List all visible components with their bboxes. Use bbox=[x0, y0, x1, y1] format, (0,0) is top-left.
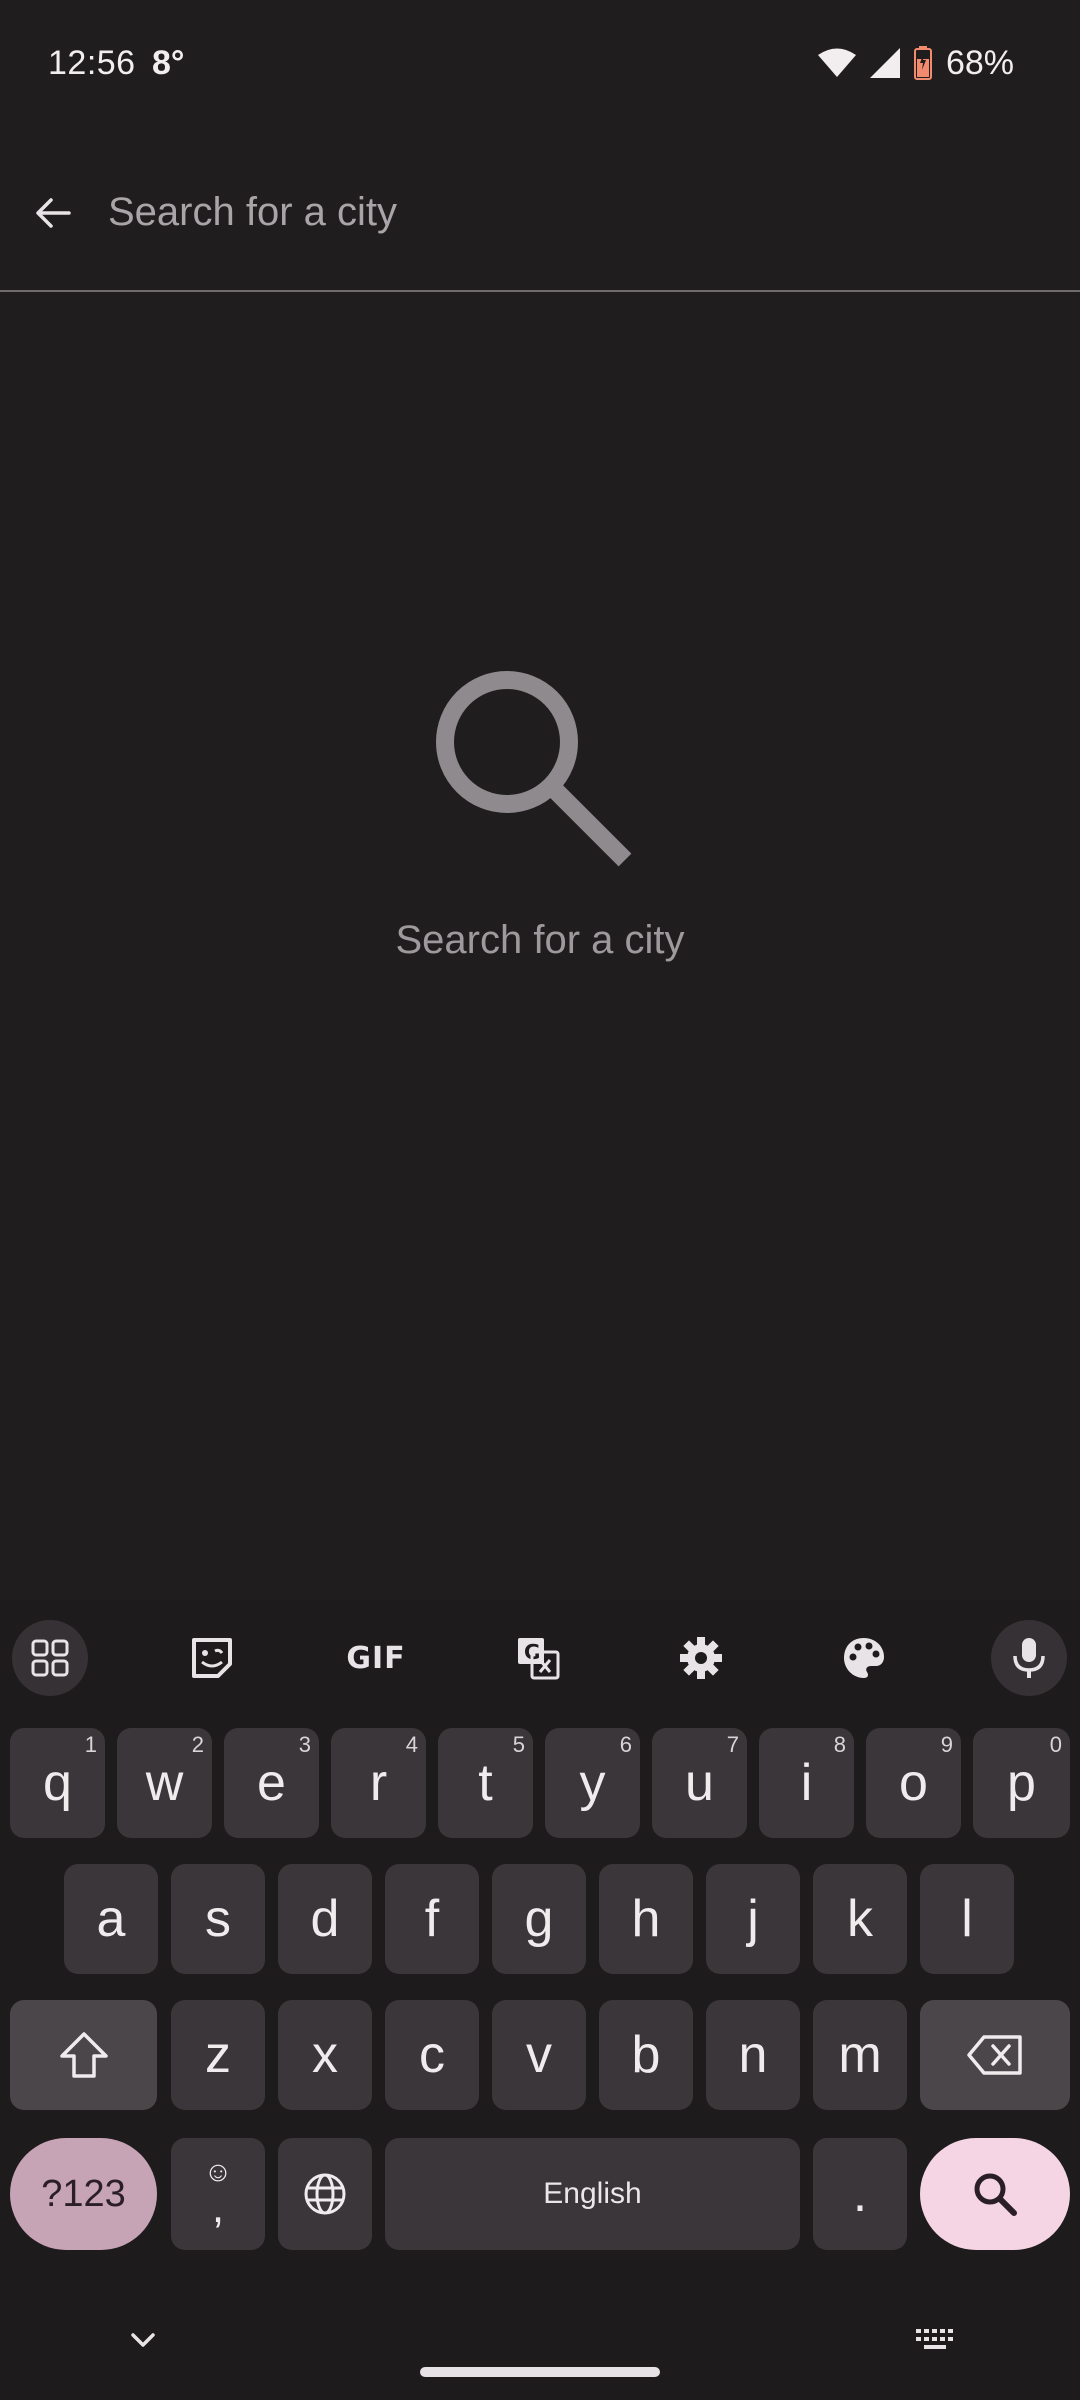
key-a[interactable]: a bbox=[64, 1864, 158, 1974]
key-hint: 1 bbox=[84, 1732, 97, 1757]
apps-grid-icon bbox=[31, 1639, 69, 1677]
palette-icon bbox=[844, 1638, 884, 1678]
key-r[interactable]: r4 bbox=[331, 1728, 426, 1838]
globe-icon bbox=[304, 2173, 346, 2215]
key-hint: 0 bbox=[1049, 1732, 1062, 1757]
symbols-key[interactable]: ?123 bbox=[10, 2138, 157, 2250]
shift-key[interactable] bbox=[10, 2000, 157, 2110]
search-header bbox=[0, 150, 1080, 292]
key-o[interactable]: o9 bbox=[866, 1728, 961, 1838]
key-z[interactable]: z bbox=[171, 2000, 265, 2110]
sticker-button[interactable] bbox=[174, 1620, 250, 1696]
hide-keyboard-button[interactable] bbox=[113, 2310, 173, 2370]
cell-signal-icon bbox=[869, 48, 900, 78]
key-x[interactable]: x bbox=[278, 2000, 372, 2110]
status-time: 12:56 bbox=[48, 44, 136, 82]
key-label: u bbox=[685, 1754, 714, 1812]
translate-icon: G bbox=[518, 1638, 560, 1680]
key-m[interactable]: m bbox=[813, 2000, 907, 2110]
keyboard-toolbar: GIF G bbox=[0, 1600, 1080, 1716]
key-w[interactable]: w2 bbox=[117, 1728, 212, 1838]
search-icon bbox=[436, 671, 632, 867]
key-hint: 2 bbox=[191, 1732, 204, 1757]
apps-grid-button[interactable] bbox=[12, 1620, 88, 1696]
key-k[interactable]: k bbox=[813, 1864, 907, 1974]
microphone-icon bbox=[1013, 1638, 1045, 1678]
settings-gear-icon bbox=[680, 1637, 722, 1679]
key-label: p bbox=[1007, 1754, 1036, 1812]
settings-button[interactable] bbox=[663, 1620, 739, 1696]
key-hint: 6 bbox=[619, 1732, 632, 1757]
language-key[interactable] bbox=[278, 2138, 372, 2250]
comma-label: , bbox=[211, 2183, 225, 2232]
key-l[interactable]: l bbox=[920, 1864, 1014, 1974]
key-label: r bbox=[369, 1754, 388, 1812]
city-search-input[interactable] bbox=[106, 172, 1006, 252]
key-d[interactable]: d bbox=[278, 1864, 372, 1974]
key-j[interactable]: j bbox=[706, 1864, 800, 1974]
empty-state-text: Search for a city bbox=[395, 918, 685, 962]
key-n[interactable]: n bbox=[706, 2000, 800, 2110]
key-i[interactable]: i8 bbox=[759, 1728, 854, 1838]
search-enter-key[interactable] bbox=[920, 2138, 1070, 2250]
translate-button[interactable]: G bbox=[500, 1620, 576, 1696]
key-hint: 3 bbox=[298, 1732, 311, 1757]
key-hint: 5 bbox=[512, 1732, 525, 1757]
key-g[interactable]: g bbox=[492, 1864, 586, 1974]
emoji-comma-key[interactable]: ☺ , bbox=[171, 2138, 265, 2250]
key-b[interactable]: b bbox=[599, 2000, 693, 2110]
arrow-back-icon bbox=[36, 198, 71, 228]
space-key[interactable]: English bbox=[385, 2138, 800, 2250]
navigation-bar bbox=[0, 2310, 1080, 2400]
key-hint: 9 bbox=[940, 1732, 953, 1757]
key-v[interactable]: v bbox=[492, 2000, 586, 2110]
shift-icon bbox=[59, 2032, 108, 2078]
key-label: t bbox=[478, 1754, 493, 1812]
keyboard-icon bbox=[916, 2329, 953, 2349]
key-q[interactable]: q1 bbox=[10, 1728, 105, 1838]
key-label: o bbox=[899, 1754, 928, 1812]
home-gesture-pill[interactable] bbox=[420, 2367, 660, 2377]
theme-button[interactable] bbox=[826, 1620, 902, 1696]
key-label: e bbox=[257, 1754, 286, 1812]
keyboard-switcher-button[interactable] bbox=[906, 2310, 966, 2370]
key-label: q bbox=[43, 1754, 72, 1812]
key-u[interactable]: u7 bbox=[652, 1728, 747, 1838]
status-temperature: 8° bbox=[152, 44, 185, 82]
key-hint: 8 bbox=[833, 1732, 846, 1757]
backspace-icon bbox=[967, 2035, 1022, 2075]
wifi-icon bbox=[817, 48, 856, 78]
status-icons: 68% bbox=[817, 40, 1014, 86]
emoji-icon: ☺ bbox=[203, 2156, 233, 2187]
empty-state: Search for a city bbox=[0, 670, 1080, 963]
key-hint: 7 bbox=[726, 1732, 739, 1757]
on-screen-keyboard: GIF G q 1 w 2 e 3 r 4 t 5 y 6 u 7 i 8 o … bbox=[0, 1600, 1080, 2400]
battery-icon bbox=[913, 46, 932, 80]
search-icon bbox=[974, 2173, 1017, 2216]
key-s[interactable]: s bbox=[171, 1864, 265, 1974]
status-bar: 12:56 8° 68% bbox=[0, 0, 1080, 132]
key-label: y bbox=[579, 1754, 606, 1812]
gif-button[interactable]: GIF bbox=[336, 1620, 416, 1696]
back-button[interactable] bbox=[20, 180, 86, 246]
period-key[interactable]: . bbox=[813, 2138, 907, 2250]
key-hint: 4 bbox=[405, 1732, 418, 1757]
key-f[interactable]: f bbox=[385, 1864, 479, 1974]
key-label: w bbox=[145, 1754, 184, 1812]
voice-input-button[interactable] bbox=[991, 1620, 1067, 1696]
sticker-icon bbox=[192, 1638, 232, 1678]
key-y[interactable]: y6 bbox=[545, 1728, 640, 1838]
backspace-key[interactable] bbox=[920, 2000, 1070, 2110]
key-label: i bbox=[800, 1754, 813, 1812]
key-c[interactable]: c bbox=[385, 2000, 479, 2110]
key-h[interactable]: h bbox=[599, 1864, 693, 1974]
chevron-down-icon bbox=[131, 2333, 155, 2347]
key-e[interactable]: e3 bbox=[224, 1728, 319, 1838]
key-p[interactable]: p0 bbox=[973, 1728, 1070, 1838]
battery-percent: 68% bbox=[945, 43, 1014, 82]
key-t[interactable]: t5 bbox=[438, 1728, 533, 1838]
